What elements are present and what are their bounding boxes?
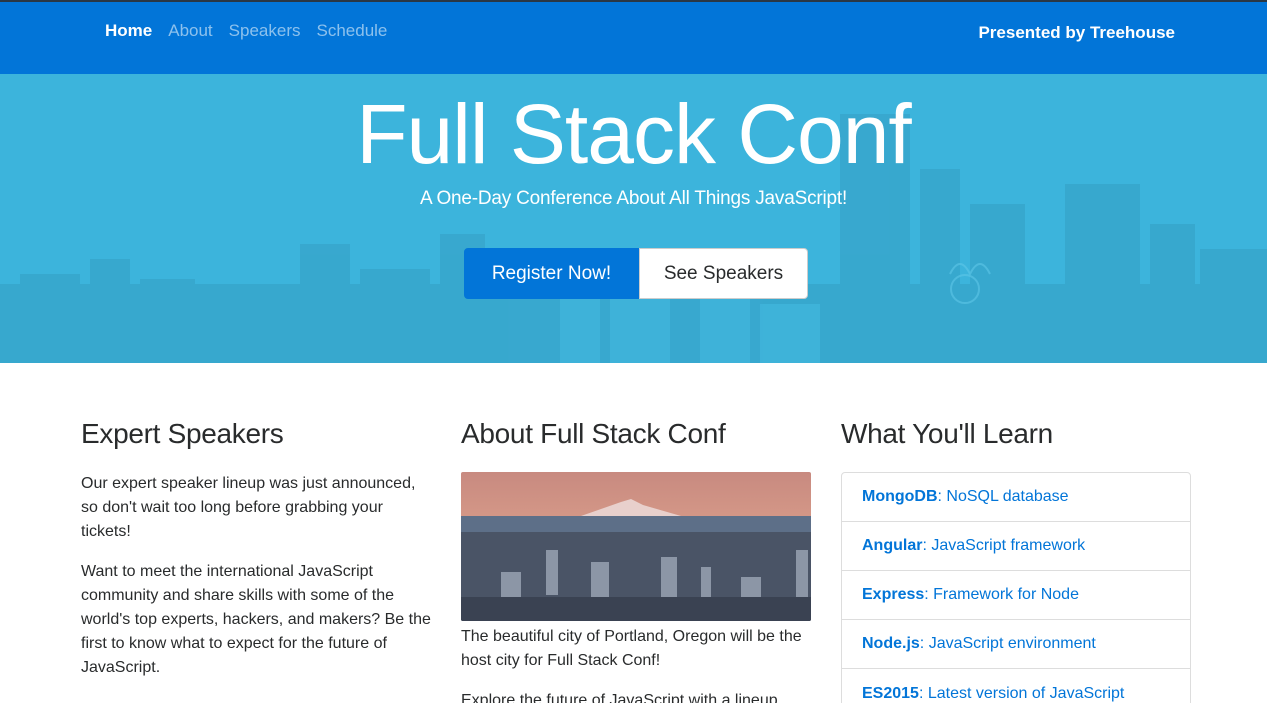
topics-list: MongoDB: NoSQL database Angular: JavaScr… — [841, 472, 1191, 703]
learn-section: What You'll Learn MongoDB: NoSQL databas… — [841, 414, 1191, 703]
hero-banner: Full Stack Conf A One-Day Conference Abo… — [0, 74, 1267, 363]
topic-name: ES2015 — [862, 684, 919, 702]
topic-desc: : Framework for Node — [924, 586, 1079, 603]
about-caption: The beautiful city of Portland, Oregon w… — [461, 628, 802, 669]
navbar: Home About Speakers Schedule Presented b… — [0, 0, 1267, 74]
about-paragraph-2: Explore the future of JavaScript with a … — [461, 692, 778, 703]
speakers-paragraph-1: Our expert speaker lineup was just annou… — [81, 475, 416, 540]
topic-desc: : NoSQL database — [937, 488, 1069, 505]
list-item-mongodb[interactable]: MongoDB: NoSQL database — [842, 473, 1190, 522]
nav-link-home[interactable]: Home — [105, 20, 152, 42]
topic-desc: : JavaScript environment — [919, 635, 1096, 652]
hero-subtitle: A One-Day Conference About All Things Ja… — [419, 188, 848, 209]
presented-by-text: Presented by Treehouse — [978, 23, 1175, 42]
list-item-es2015[interactable]: ES2015: Latest version of JavaScript — [842, 669, 1190, 703]
speakers-paragraph-2: Want to meet the international JavaScrip… — [81, 563, 431, 676]
expert-speakers-section: Expert Speakers Our expert speaker lineu… — [81, 414, 431, 696]
register-now-button[interactable]: Register Now! — [464, 248, 639, 299]
hero-button-group: Register Now! See Speakers — [464, 248, 808, 299]
nav-link-about[interactable]: About — [168, 20, 212, 42]
topic-name: Angular — [862, 537, 923, 554]
list-item-angular[interactable]: Angular: JavaScript framework — [842, 522, 1190, 571]
about-section: About Full Stack Conf The beautiful city… — [461, 414, 811, 703]
section-heading-learn: What You'll Learn — [841, 418, 1053, 449]
hero-title: Full Stack Conf — [356, 87, 912, 181]
nav-link-schedule[interactable]: Schedule — [317, 20, 388, 42]
portland-city-photo — [461, 472, 811, 621]
topic-name: MongoDB — [862, 488, 938, 505]
section-heading-speakers: Expert Speakers — [81, 418, 284, 449]
topic-desc: : JavaScript framework — [922, 537, 1086, 554]
nav-links: Home About Speakers Schedule — [105, 20, 403, 42]
list-item-nodejs[interactable]: Node.js: JavaScript environment — [842, 620, 1190, 669]
nav-link-speakers[interactable]: Speakers — [229, 20, 301, 42]
topic-name: Node.js — [862, 635, 920, 652]
list-item-express[interactable]: Express: Framework for Node — [842, 571, 1190, 620]
topic-desc: : Latest version of JavaScript — [918, 684, 1125, 702]
see-speakers-button[interactable]: See Speakers — [639, 248, 808, 299]
topic-name: Express — [862, 586, 925, 603]
section-heading-about: About Full Stack Conf — [461, 418, 726, 449]
